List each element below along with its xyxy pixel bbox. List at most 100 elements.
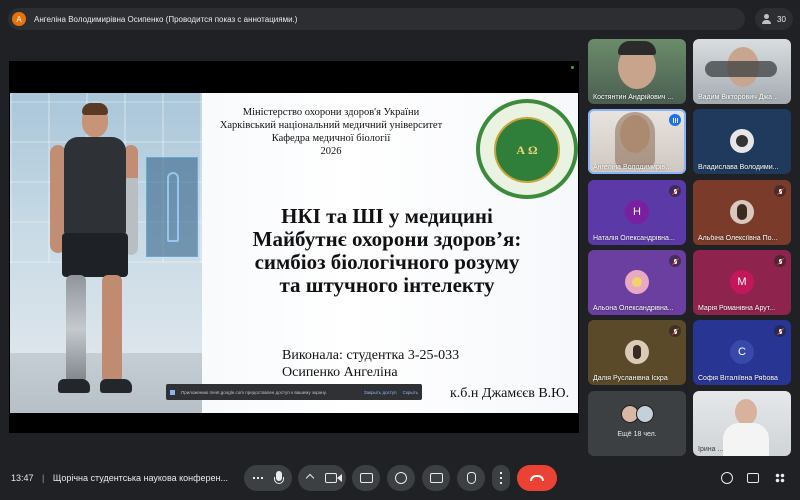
captions-icon (429, 473, 443, 483)
slide-header: Міністерство охорони здоров'я України Ха… (206, 106, 456, 158)
muted-mic-icon (774, 325, 786, 337)
meeting-control-bar: 13:47 | Щорічна студентська наукова конф… (0, 456, 800, 500)
participant-tile[interactable]: Костянтин Андрійович ... (588, 39, 686, 104)
tile-hover-controls[interactable] (705, 61, 777, 77)
participant-tile[interactable]: Владислава Володими... (693, 109, 791, 174)
slide-title-line: НКІ та ШІ у медицині (281, 204, 493, 228)
participant-tile[interactable]: М Марія Романівна Арут... (693, 250, 791, 315)
emoji-icon (395, 472, 407, 484)
reactions-button[interactable] (387, 465, 415, 491)
participant-name: Владислава Володими... (698, 164, 779, 171)
slide-author-line: Виконала: студентка 3-25-033 (282, 348, 460, 363)
recording-indicator (571, 66, 574, 69)
participant-thumb (636, 405, 654, 423)
meeting-info: 13:47 | Щорічна студентська наукова конф… (11, 473, 228, 483)
end-call-button[interactable] (517, 465, 557, 491)
participant-tile[interactable]: Н Наталія Олександрівна... (588, 180, 686, 245)
participant-tile[interactable]: Альона Олександрівна... (588, 250, 686, 315)
participant-avatar-image (730, 200, 754, 224)
participant-name: Вадим Вікторович Джам... (698, 94, 780, 101)
participant-count: 30 (777, 14, 786, 24)
participant-tile[interactable]: Ірина ... (693, 391, 791, 456)
participant-tile[interactable]: Далія Русланівна Іскра (588, 320, 686, 385)
meeting-details-button[interactable] (719, 470, 735, 486)
participant-name: Наталія Олександрівна... (593, 235, 675, 242)
participant-tile[interactable]: Вадим Вікторович Джам... (693, 39, 791, 104)
participant-name: Софія Віталіївна Рябова (698, 375, 778, 382)
presenter-banner: А Ангеліна Володимирівна Осипенко (Прово… (8, 8, 745, 30)
end-call-icon (530, 475, 544, 481)
participant-name: Костянтин Андрійович ... (593, 94, 674, 101)
chevron-up-icon[interactable] (305, 473, 315, 483)
slide-title-line: та штучного інтелекту (279, 273, 495, 297)
participant-avatar-image (625, 270, 649, 294)
participant-tile[interactable]: С Софія Віталіївна Рябова (693, 320, 791, 385)
participant-count-button[interactable]: 30 (755, 8, 793, 30)
screen-share-notice: Приложению meet.google.com предоставлен … (166, 384, 422, 400)
muted-mic-icon (774, 255, 786, 267)
slide-header-line: 2026 (320, 146, 342, 157)
slide-author-line: Осипенко Ангеліна (282, 365, 398, 380)
muted-mic-icon (669, 255, 681, 267)
university-emblem (476, 99, 578, 199)
meeting-title: Щорічна студентська наукова конферен... (52, 473, 229, 483)
participant-tile-speaking[interactable]: Ангеліна Володимирівна... (588, 109, 686, 174)
chat-button[interactable] (745, 470, 761, 486)
camera-icon[interactable] (325, 473, 337, 483)
participant-name: Марія Романівна Арут... (698, 305, 776, 312)
muted-mic-icon (669, 185, 681, 197)
raise-hand-icon (466, 472, 476, 484)
participant-avatar-letter: Н (625, 200, 649, 224)
raise-hand-button[interactable] (457, 465, 485, 491)
more-actions-button[interactable] (492, 465, 510, 491)
more-options-icon[interactable] (253, 477, 263, 479)
more-vert-icon (500, 472, 502, 484)
present-screen-button[interactable] (352, 465, 380, 491)
info-separator: | (42, 473, 45, 483)
activities-icon (775, 473, 785, 483)
shared-slide: Міністерство охорони здоров'я України Ха… (10, 93, 578, 413)
hologram-screen (146, 157, 198, 257)
presenter-avatar: А (12, 12, 26, 26)
present-screen-icon (359, 473, 373, 483)
participant-avatar-letter: М (730, 270, 754, 294)
slide-header-line: Кафедра медичної біології (271, 133, 391, 144)
participant-avatar-image (730, 129, 754, 153)
info-icon (721, 472, 733, 484)
stop-sharing-button[interactable]: Закрыть доступ (364, 390, 397, 395)
slide-supervisor: к.б.н Джамєєв В.Ю. (450, 386, 570, 401)
participant-name: Альона Олександрівна... (593, 305, 674, 312)
share-notice-text: Приложению meet.google.com предоставлен … (181, 389, 327, 395)
muted-mic-icon (774, 185, 786, 197)
people-icon (762, 14, 772, 24)
slide-header-line: Харківський національний медичний універ… (219, 120, 443, 131)
muted-mic-icon (669, 325, 681, 337)
activities-button[interactable] (772, 470, 788, 486)
slide-title-line: симбіоз біологічного розуму (254, 250, 520, 274)
participant-video (735, 399, 757, 425)
slide-header-line: Міністерство охорони здоров'я України (242, 107, 420, 118)
chat-icon (747, 473, 759, 483)
prosthetic-athlete-figure (42, 103, 152, 405)
audio-control-group (244, 465, 292, 491)
current-time: 13:47 (11, 473, 34, 483)
slide-title-line: Майбутнє охорони здоров’я: (252, 227, 522, 251)
captions-button[interactable] (422, 465, 450, 491)
share-notice-icon (170, 389, 175, 395)
participant-name: Далія Русланівна Іскра (593, 375, 668, 382)
participant-avatar-letter: С (730, 340, 754, 364)
participant-tile[interactable]: Альбіна Олексіївна По... (693, 180, 791, 245)
more-participants-tile[interactable]: Ещё 18 чел. (588, 391, 686, 456)
participant-name: Альбіна Олексіївна По... (698, 235, 778, 242)
hide-notice-button[interactable]: Скрыть (403, 390, 418, 395)
speaking-indicator-icon (669, 114, 681, 126)
slide-author: Виконала: студентка 3-25-033 Осипенко Ан… (282, 347, 459, 381)
participant-name: Ангеліна Володимирівна... (593, 164, 675, 171)
more-participants-label: Ещё 18 чел. (617, 431, 657, 438)
slide-photo (10, 93, 202, 413)
participant-name: Ірина ... (698, 446, 724, 453)
participant-avatar-image (625, 340, 649, 364)
video-control-group (298, 465, 346, 491)
slide-title: НКІ та ШІ у медицині Майбутнє охорони зд… (222, 205, 552, 297)
presenter-banner-text: Ангеліна Володимирівна Осипенко (Проводи… (34, 14, 298, 24)
